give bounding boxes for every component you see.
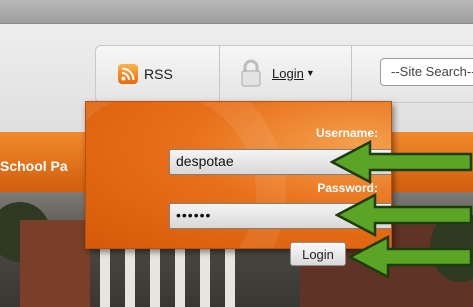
username-label: Username: (315, 126, 378, 140)
lock-icon (240, 59, 262, 87)
toolbar-divider (219, 46, 220, 104)
arrow-left-icon (348, 235, 473, 279)
arrow-left-icon (335, 193, 473, 237)
login-link-label: Login (272, 65, 304, 81)
browser-top-bar (0, 0, 473, 24)
login-dropdown-toggle[interactable]: Login ▼ (240, 58, 315, 88)
rss-icon (118, 64, 138, 84)
login-submit-button[interactable]: Login (290, 242, 346, 266)
caret-down-icon: ▼ (305, 68, 315, 78)
rss-label: RSS (144, 66, 173, 82)
arrow-left-icon (330, 140, 473, 184)
rss-link[interactable]: RSS (118, 62, 173, 86)
site-search-select[interactable]: --Site Search-- (380, 58, 473, 86)
toolbar-divider (351, 46, 352, 104)
nav-item-school-pages[interactable]: School Pa (0, 158, 68, 174)
